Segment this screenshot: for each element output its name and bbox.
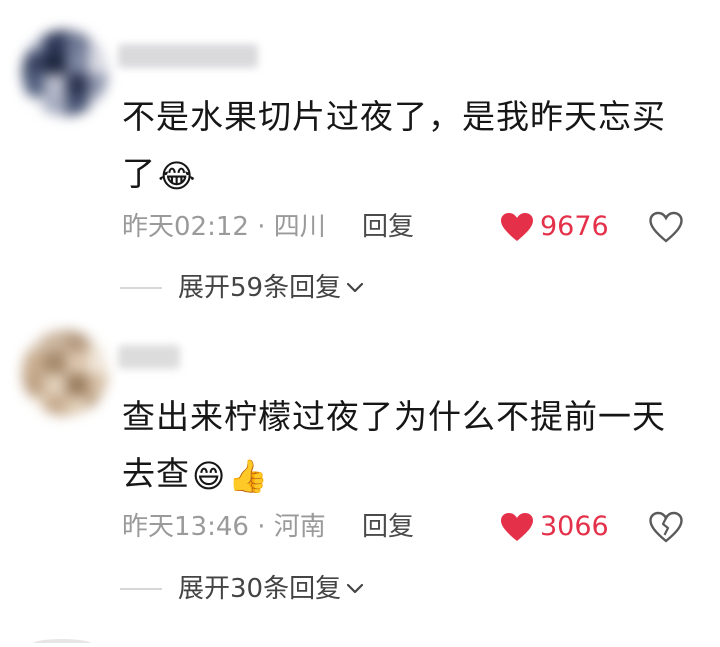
avatar[interactable] — [22, 330, 108, 416]
dislike-broken-heart-icon[interactable] — [648, 510, 684, 544]
avatar-pixel — [22, 396, 44, 416]
avatar-pixel — [66, 96, 88, 116]
avatar-pixel — [22, 374, 44, 396]
avatar-pixel — [88, 30, 108, 52]
avatar-pixel — [66, 396, 88, 416]
avatar-pixel — [66, 30, 88, 52]
expand-replies-label: 展开59条回复 — [178, 273, 342, 303]
avatar-pixel — [44, 330, 66, 352]
avatar-pixel — [22, 30, 44, 52]
avatar-pixel — [44, 374, 66, 396]
thumbs-up-emoji: 👍 — [228, 456, 270, 495]
divider-dash — [120, 588, 162, 590]
avatar-pixel — [88, 374, 108, 396]
like-count: 3066 — [540, 511, 609, 542]
avatar-pixel — [66, 352, 88, 374]
avatar-pixel — [44, 352, 66, 374]
username-blurred[interactable] — [118, 44, 258, 68]
comment-text-body: 不是水果切片过夜了，是我昨天忘买了 — [122, 97, 666, 193]
avatar-pixel — [22, 74, 44, 96]
comment-meta: 昨天13:46 · 河南 — [122, 510, 326, 544]
chevron-down-icon — [346, 583, 364, 594]
chevron-down-icon — [346, 282, 364, 293]
dislike-heart-icon[interactable] — [648, 210, 684, 244]
expand-replies-label: 展开30条回复 — [178, 574, 342, 604]
heart-filled-icon — [501, 513, 533, 541]
meta-separator: · — [257, 212, 266, 242]
avatar-pixel — [88, 396, 108, 416]
avatar-pixel — [66, 374, 88, 396]
comment-text: 查出来柠檬过夜了为什么不提前一天去查😄👍 — [122, 388, 682, 502]
avatar-pixel — [44, 30, 66, 52]
meta-separator: · — [257, 512, 266, 542]
avatar-pixel — [44, 52, 66, 74]
avatar-pixel — [22, 52, 44, 74]
expand-replies-button[interactable]: 展开30条回复 — [120, 572, 365, 606]
avatar[interactable] — [22, 30, 108, 116]
comment-meta: 昨天02:12 · 四川 — [122, 210, 326, 244]
avatar-pixel — [44, 396, 66, 416]
avatar-pixel — [88, 96, 108, 116]
comment-location: 四川 — [273, 212, 326, 242]
avatar-pixel — [22, 96, 44, 116]
avatar-pixel — [66, 52, 88, 74]
like-count: 9676 — [540, 211, 609, 242]
comment-time: 昨天13:46 — [122, 512, 249, 542]
comment-text: 不是水果切片过夜了，是我昨天忘买了😂 — [122, 88, 682, 202]
next-comment-edge — [0, 628, 720, 647]
expand-replies-button[interactable]: 展开59条回复 — [120, 271, 365, 305]
avatar-pixel — [88, 330, 108, 352]
avatar-pixel — [88, 52, 108, 74]
like-button[interactable]: 9676 — [500, 210, 609, 244]
avatar-pixel — [66, 330, 88, 352]
laughing-crying-emoji: 😂 — [158, 156, 197, 195]
divider-dash — [120, 287, 162, 289]
avatar-pixel — [44, 74, 66, 96]
comment-time: 昨天02:12 — [122, 212, 249, 242]
avatar-pixel — [44, 96, 66, 116]
like-button[interactable]: 3066 — [500, 510, 609, 544]
comment-location: 河南 — [273, 512, 326, 542]
grinning-emoji: 😄 — [192, 456, 227, 495]
avatar-pixel — [22, 330, 44, 352]
avatar-pixel — [22, 352, 44, 374]
avatar-pixel — [88, 352, 108, 374]
reply-button[interactable]: 回复 — [362, 210, 414, 244]
username-blurred[interactable] — [118, 345, 180, 369]
avatar-pixel — [88, 74, 108, 96]
heart-filled-icon — [501, 213, 533, 241]
avatar-pixel — [66, 74, 88, 96]
reply-button[interactable]: 回复 — [362, 510, 414, 544]
